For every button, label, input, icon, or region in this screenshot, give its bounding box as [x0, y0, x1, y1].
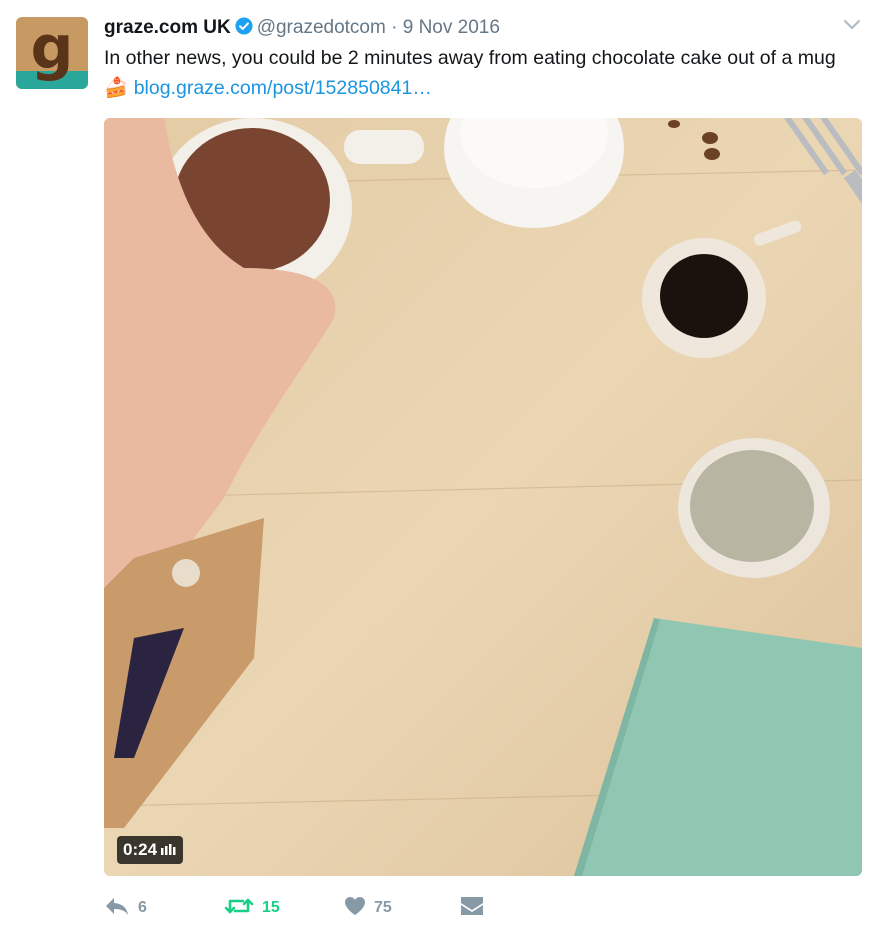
video-player[interactable]: 0:24 [104, 118, 862, 876]
retweet-count: 15 [262, 899, 280, 916]
video-frame [104, 118, 862, 876]
tweet-header: graze.com UK @grazedotcom · 9 Nov 2016 [104, 15, 500, 43]
account-handle[interactable]: @grazedotcom [257, 17, 386, 38]
tweet-text: In other news, you could be 2 minutes aw… [104, 43, 864, 103]
message-icon [460, 896, 484, 921]
account-name[interactable]: graze.com UK [104, 17, 231, 38]
chevron-down-icon[interactable] [842, 18, 862, 37]
heart-icon [344, 896, 366, 921]
avatar-letter: g [30, 17, 74, 83]
video-timer: 0:24 [117, 836, 184, 864]
like-button[interactable]: 75 [344, 896, 460, 921]
like-count: 75 [374, 899, 392, 916]
avatar[interactable]: g [16, 17, 88, 89]
verified-icon [235, 17, 253, 43]
volume-icon[interactable] [161, 836, 177, 864]
tweet-text-body: In other news, you could be 2 minutes aw… [104, 47, 836, 69]
tweet-date[interactable]: 9 Nov 2016 [403, 17, 500, 38]
cake-emoji: 🍰 [104, 77, 129, 99]
retweet-icon [224, 896, 254, 921]
tweet-link[interactable]: blog.graze.com/post/152850841… [134, 77, 432, 99]
retweet-button[interactable]: 15 [224, 896, 344, 921]
reply-icon [104, 896, 130, 921]
reply-count: 6 [138, 899, 147, 916]
tweet-actions: 6 15 75 [104, 893, 484, 923]
separator-dot: · [391, 17, 398, 38]
direct-message-button[interactable] [460, 896, 484, 921]
video-duration: 0:24 [123, 840, 158, 859]
reply-button[interactable]: 6 [104, 896, 224, 921]
